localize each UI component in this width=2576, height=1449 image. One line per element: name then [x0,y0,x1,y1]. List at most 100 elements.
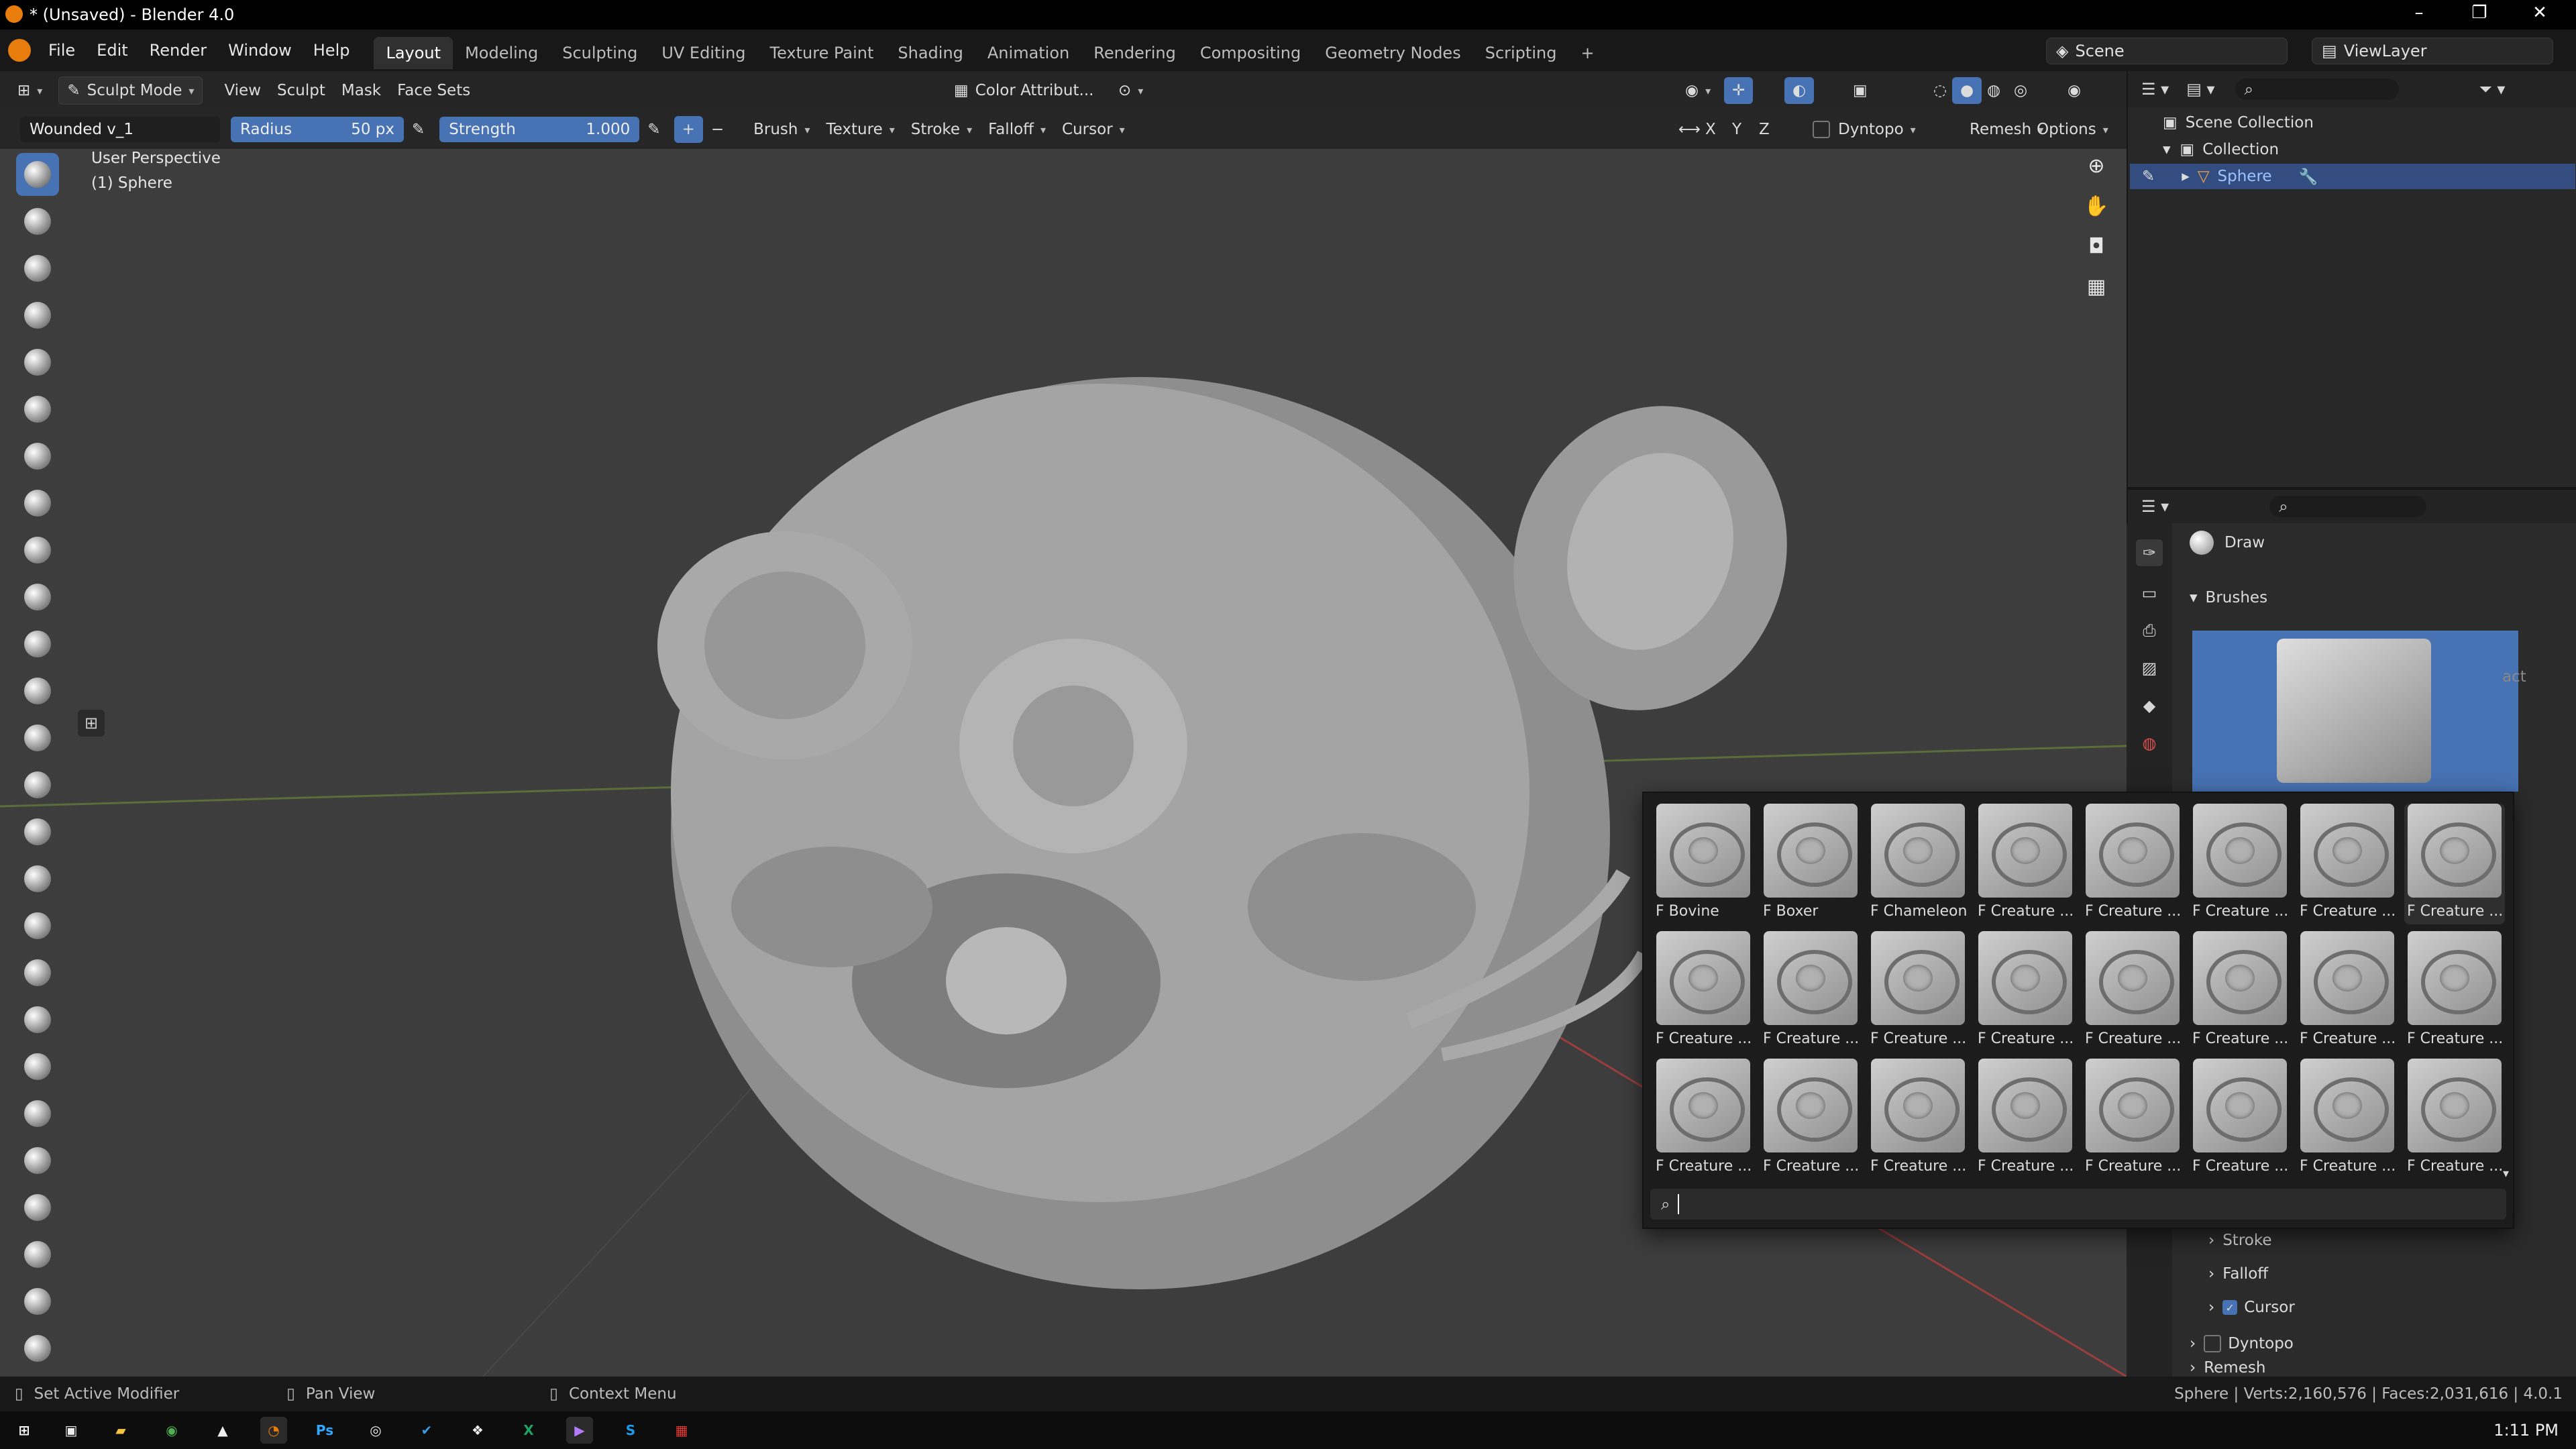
tool-snake-hook[interactable] [16,951,59,994]
tool-clay-strips[interactable] [16,294,59,337]
tab-geometry-nodes[interactable]: Geometry Nodes [1313,37,1472,69]
task-view-icon[interactable]: ▣ [58,1417,85,1444]
brush-dropdown[interactable]: Brush ▾ [745,116,818,143]
stroke-dropdown[interactable]: Stroke ▾ [903,116,980,143]
blender-taskbar-icon[interactable]: ◔ [260,1417,287,1444]
excel-icon[interactable]: X [515,1417,542,1444]
xray-button[interactable]: ▣ [1845,77,1876,104]
brush-preview[interactable] [2192,631,2518,792]
radius-pressure-icon[interactable]: ✎ [404,116,433,143]
tab-rendering[interactable]: Rendering [1081,37,1188,69]
expand-arrow-icon[interactable]: ▾ [2163,141,2171,158]
properties-search[interactable]: ⌕ [2269,496,2427,517]
skype-icon[interactable]: S [617,1417,644,1444]
tool-nudge[interactable] [16,1092,59,1135]
brush-thumbnail-item[interactable]: F Creature ... [1653,931,1754,1052]
brush-thumbnail-item[interactable]: F Chameleon [1868,804,1968,924]
options-dropdown[interactable]: Options ▾ [2029,116,2116,143]
world-tab-icon[interactable]: ◍ [2136,730,2163,757]
tool-scrape[interactable] [16,716,59,759]
tool-tab-icon[interactable]: ✑ [2136,539,2163,566]
symmetry-z-toggle[interactable]: Z [1751,116,1778,143]
tool-slide-relax[interactable] [16,1186,59,1229]
brush-thumbnail-item[interactable]: F Creature ... [1975,804,2076,924]
tool-layer[interactable] [16,388,59,431]
color-attribute-dropdown[interactable]: ▦ Color Attribut... [946,77,1102,104]
tool-inflate[interactable] [16,435,59,478]
dyntopo-checkbox[interactable] [1813,121,1830,138]
tool-elastic-deform[interactable] [16,904,59,947]
pan-hand-icon[interactable]: ✋ [2078,188,2114,224]
direction-add-button[interactable]: + [674,116,703,143]
view-layer-tab-icon[interactable]: ▨ [2136,655,2163,682]
material-shading-button[interactable]: ◍ [1979,77,2008,104]
tool-rotate[interactable] [16,1139,59,1182]
tool-thumb[interactable] [16,998,59,1041]
filter-icon[interactable]: ⏷ ▾ [2479,80,2506,99]
editor-type-button[interactable]: ⊞ ▾ [9,77,50,104]
app-icon-3[interactable]: ❖ [464,1417,491,1444]
gizmo-toggle[interactable]: ✛ [1724,77,1754,104]
display-mode-icon[interactable]: ▤ ▾ [2186,80,2214,99]
brush-thumbnail-item[interactable]: F Creature ... [2082,1059,2183,1179]
brush-thumbnail-item[interactable]: F Creature ... [1868,931,1968,1052]
brush-thumbnail-item[interactable]: F Creature ... [2190,804,2290,924]
tool-clay-thumb[interactable] [16,341,59,384]
strength-slider[interactable]: Strength 1.000 [439,117,640,142]
menu-edit[interactable]: Edit [86,30,138,71]
overlay-toggle[interactable]: ◐ [1784,77,1815,104]
tab-sculpting[interactable]: Sculpting [550,37,649,69]
brush-thumbnail-item[interactable]: F Creature ... [1760,1059,1861,1179]
cursor-checkbox[interactable]: ✓ [2222,1300,2238,1315]
brush-thumbnail-item[interactable]: F Creature ... [1760,931,1861,1052]
tab-modeling[interactable]: Modeling [453,37,550,69]
tab-shading[interactable]: Shading [885,37,975,69]
scene-selector[interactable]: ◈ Scene [2046,38,2288,64]
brush-thumbnail-item[interactable]: F Creature ... [2404,931,2505,1052]
brush-thumbnail-item[interactable]: F Creature ... [2404,1059,2505,1179]
blender-menu-icon[interactable] [8,39,31,62]
brush-name-field[interactable]: Wounded v_1 [20,117,220,142]
wireframe-shading-button[interactable]: ◌ [1925,77,1955,104]
cursor-dropdown[interactable]: Cursor ▾ [1054,116,1133,143]
camera-icon[interactable]: ◘ [2078,228,2114,264]
brush-thumbnail-item[interactable]: F Bovine [1653,804,1754,924]
brush-thumbnail-item[interactable]: F Creature ... [2190,1059,2290,1179]
strength-pressure-icon[interactable]: ✎ [639,116,668,143]
tab-uv-editing[interactable]: UV Editing [649,37,757,69]
dyntopo-section[interactable]: › Dyntopo [2190,1331,2294,1356]
start-icon[interactable]: ⊞ [11,1417,38,1444]
scroll-down-icon[interactable]: ▾ [2503,1167,2509,1181]
visibility-button[interactable]: ◉ ▾ [1677,77,1719,104]
tool-blob[interactable] [16,482,59,525]
tool-grab[interactable] [16,857,59,900]
menu-file[interactable]: File [38,30,86,71]
app-icon-4[interactable]: ▦ [668,1417,695,1444]
symmetry-x-toggle[interactable]: X [1697,116,1724,143]
brush-thumbnail-item[interactable]: F Creature ... [2297,931,2398,1052]
properties-editor-icon[interactable]: ☰ ▾ [2141,497,2169,516]
brushes-section-header[interactable]: ▾ Brushes [2190,585,2267,610]
tool-pinch[interactable] [16,810,59,853]
brush-thumbnail-item[interactable]: F Creature ... [2297,1059,2398,1179]
brush-thumbnail-item[interactable]: F Creature ... [1975,931,2076,1052]
outliner-object-sphere[interactable]: ✎ ▸ ▽ Sphere 🔧 [2130,164,2575,189]
brush-thumbnail-item[interactable]: F Creature ... [2404,804,2505,924]
brush-thumbnail-item[interactable]: F Creature ... [2082,804,2183,924]
menu-face-sets[interactable]: Face Sets [389,77,478,104]
tool-draw[interactable] [16,153,59,196]
ortho-grid-icon[interactable]: ▦ [2078,268,2114,305]
minimize-button[interactable]: – [2399,3,2439,27]
brush-thumbnail-item[interactable]: F Creature ... [1653,1059,1754,1179]
tool-crease[interactable] [16,529,59,572]
brush-thumbnail-item[interactable]: F Creature ... [2190,931,2290,1052]
toolbar-expand-icon[interactable]: ⊞ [78,710,105,737]
add-workspace-button[interactable]: + [1568,37,1606,69]
file-explorer-icon[interactable]: ▰ [107,1417,134,1444]
falloff-dropdown[interactable]: Falloff ▾ [980,116,1054,143]
direction-subtract-button[interactable]: − [703,116,732,143]
transform-pivot-button[interactable]: ⊙ ▾ [1110,77,1151,104]
tab-texture-paint[interactable]: Texture Paint [758,37,886,69]
zoom-icon[interactable]: ⊕ [2078,148,2114,184]
stroke-section[interactable]: › Stroke [2208,1228,2272,1253]
